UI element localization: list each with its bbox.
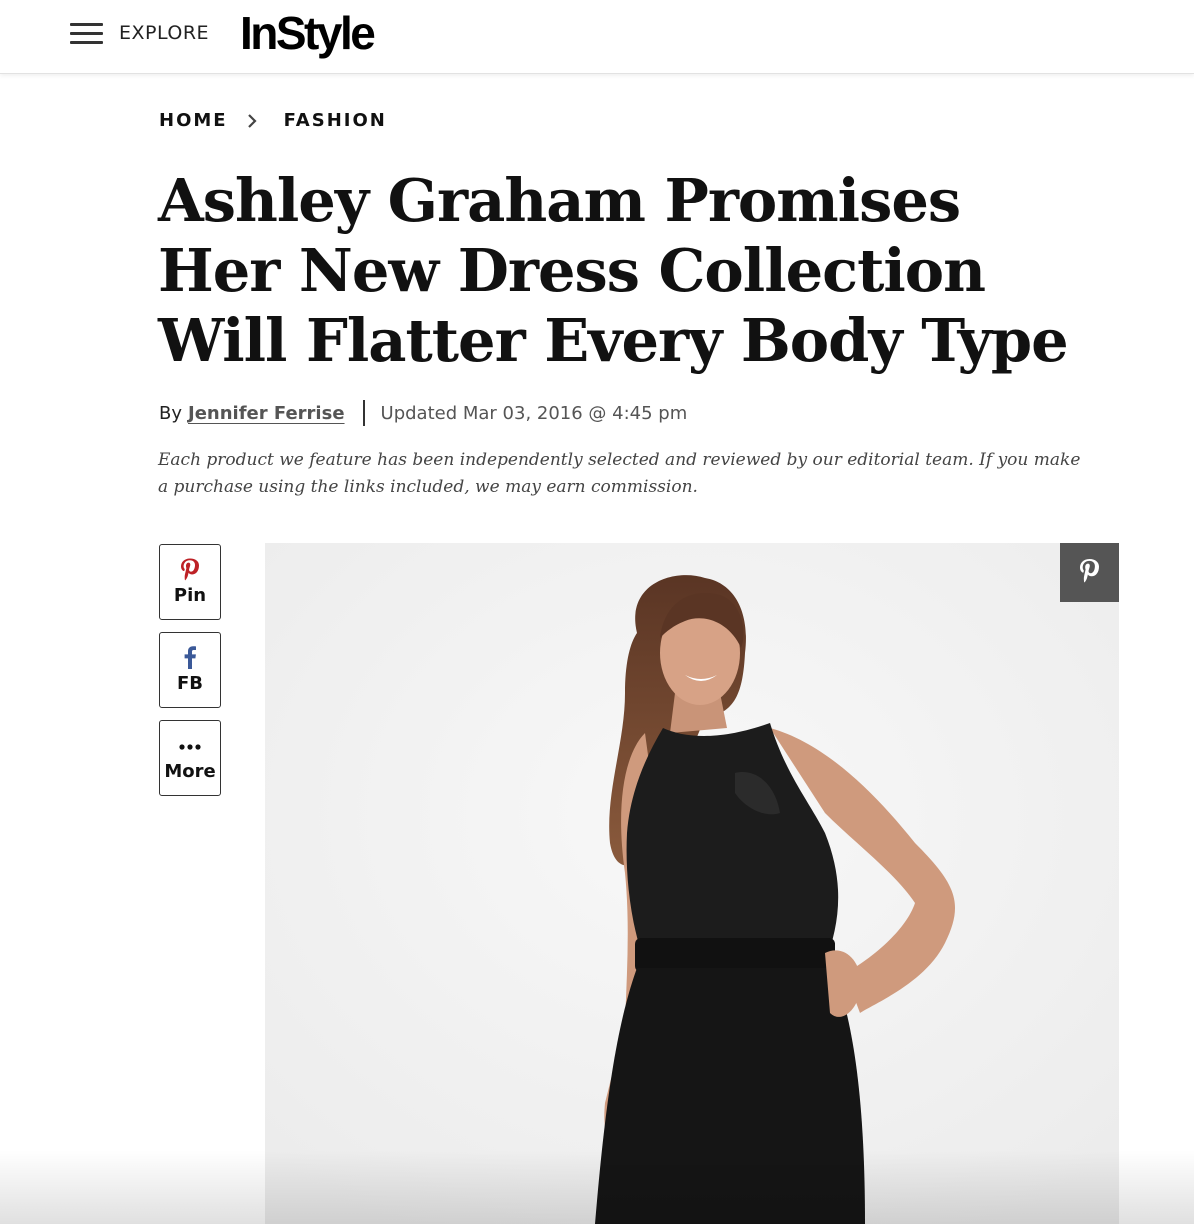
share-more-label: More xyxy=(164,761,216,782)
chevron-right-icon xyxy=(247,113,257,128)
explore-button[interactable]: EXPLORE xyxy=(119,22,209,44)
menu-icon-bar xyxy=(70,23,103,26)
site-header: EXPLORE InStyle xyxy=(0,0,1194,74)
updated-date: Updated Mar 03, 2016 @ 4:45 pm xyxy=(380,402,688,424)
breadcrumb: HOME FASHION xyxy=(159,110,387,131)
article-hero-image xyxy=(265,543,1119,1224)
menu-icon-bar xyxy=(70,41,103,44)
share-facebook-button[interactable]: FB xyxy=(159,632,221,708)
article-title: Ashley Graham Promises Her New Dress Col… xyxy=(158,166,1069,375)
share-facebook-label: FB xyxy=(176,673,203,694)
affiliate-disclaimer: Each product we feature has been indepen… xyxy=(158,450,1081,497)
share-pin-button[interactable]: Pin xyxy=(159,544,221,620)
model-photo xyxy=(265,543,1119,1224)
byline-prefix: By xyxy=(159,402,183,424)
breadcrumb-home[interactable]: HOME xyxy=(159,110,228,131)
breadcrumb-fashion[interactable]: FASHION xyxy=(284,110,387,131)
menu-icon-bar xyxy=(70,32,103,35)
byline-divider xyxy=(362,400,365,426)
site-logo[interactable]: InStyle xyxy=(240,6,376,60)
facebook-icon xyxy=(160,645,220,671)
share-more-button[interactable]: More xyxy=(159,720,221,796)
menu-icon[interactable] xyxy=(70,22,103,46)
byline: By Jennifer Ferrise Updated Mar 03, 2016… xyxy=(159,399,687,427)
more-dots-icon xyxy=(160,733,220,759)
share-pin-label: Pin xyxy=(173,585,207,606)
pinterest-icon xyxy=(160,557,220,583)
pinterest-icon xyxy=(1080,559,1099,583)
image-pin-button[interactable] xyxy=(1060,543,1119,602)
author-link[interactable]: Jennifer Ferrise xyxy=(188,403,345,424)
